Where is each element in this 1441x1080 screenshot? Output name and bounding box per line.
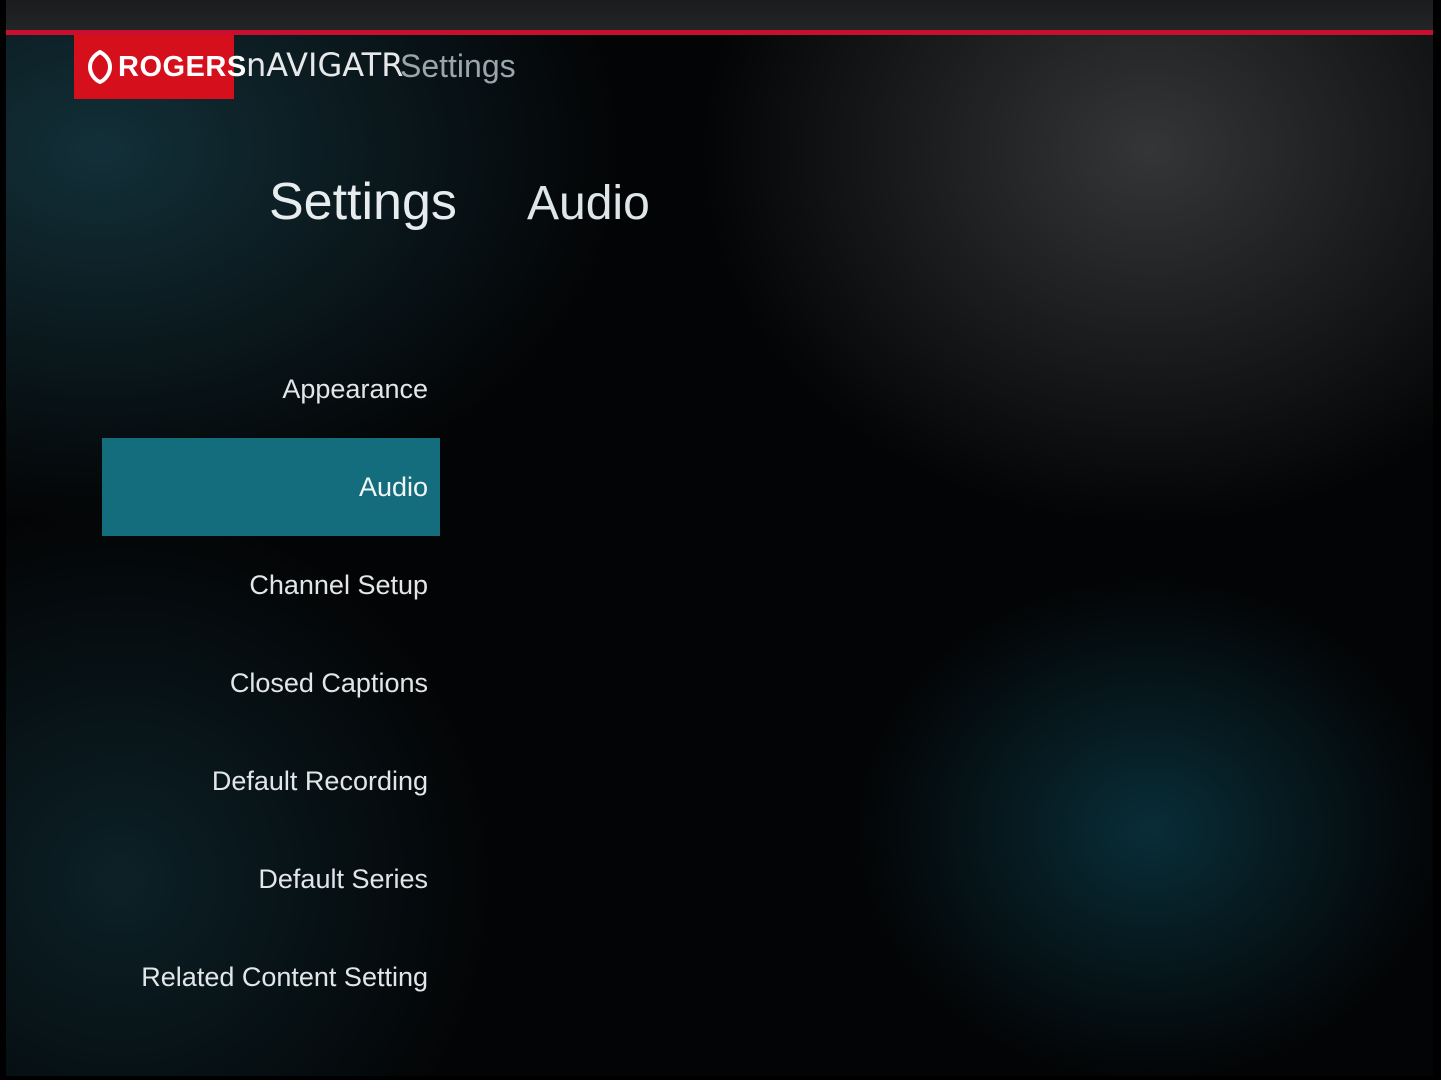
breadcrumb: Settings [400, 48, 516, 84]
menu-item-audio[interactable]: Audio [102, 438, 440, 536]
screen-border-bottom [0, 1076, 1441, 1080]
top-bar [6, 0, 1433, 30]
menu-item-default-series[interactable]: Default Series [102, 830, 440, 928]
menu-item-related-content-setting[interactable]: Related Content Setting [102, 928, 440, 1026]
menu-item-channel-setup[interactable]: Channel Setup [102, 536, 440, 634]
section-title: Audio [527, 177, 650, 230]
tv-screen: ROGERS nAVIGATR Settings Settings Audio … [0, 0, 1441, 1080]
product-name: nAVIGATR [246, 46, 404, 84]
screen-border-left [0, 0, 6, 1080]
menu-item-default-recording[interactable]: Default Recording [102, 732, 440, 830]
screen-border-right [1433, 0, 1441, 1080]
rogers-logo: ROGERS [74, 35, 246, 99]
menu-item-appearance[interactable]: Appearance [102, 340, 440, 438]
rogers-flag-icon [87, 49, 113, 85]
menu-item-closed-captions[interactable]: Closed Captions [102, 634, 440, 732]
brand-name: ROGERS [118, 50, 247, 83]
page-title: Settings [269, 173, 457, 231]
settings-menu: Appearance Audio Channel Setup Closed Ca… [102, 340, 440, 1026]
